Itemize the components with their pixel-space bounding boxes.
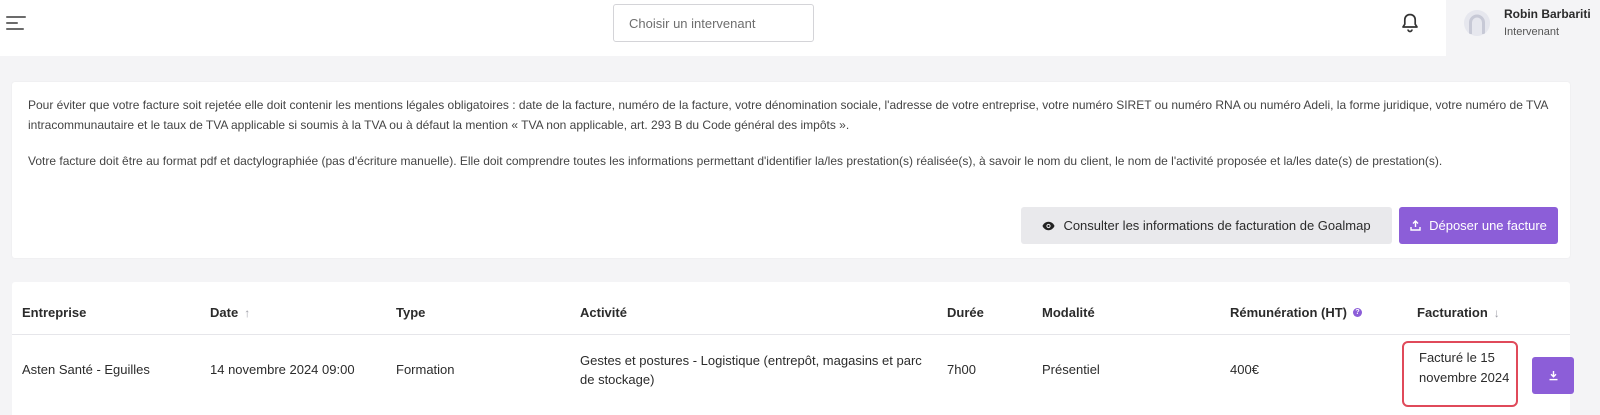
user-name: Robin Barbariti bbox=[1504, 7, 1591, 21]
menu-icon[interactable] bbox=[6, 14, 28, 34]
avatar-icon bbox=[1464, 10, 1490, 36]
column-header-type[interactable]: Type bbox=[396, 305, 425, 320]
invoice-instructions: Pour éviter que votre facture soit rejet… bbox=[28, 96, 1553, 172]
column-header-facturation[interactable]: Facturation ↓ bbox=[1417, 305, 1500, 320]
cell-modalite: Présentiel bbox=[1042, 362, 1100, 377]
legal-mentions-text: Pour éviter que votre facture soit rejet… bbox=[28, 98, 1548, 132]
column-header-modalite[interactable]: Modalité bbox=[1042, 305, 1095, 320]
cell-duree: 7h00 bbox=[947, 362, 976, 377]
intervenant-search-input[interactable] bbox=[613, 4, 814, 42]
download-icon bbox=[1549, 371, 1557, 381]
format-requirements-text: Votre facture doit être au format pdf et… bbox=[28, 154, 1443, 168]
cell-type: Formation bbox=[396, 362, 455, 377]
column-header-duree[interactable]: Durée bbox=[947, 305, 984, 320]
sort-down-arrow-icon[interactable]: ↓ bbox=[1494, 306, 1500, 320]
consult-billing-info-label: Consulter les informations de facturatio… bbox=[1063, 218, 1371, 233]
column-header-date[interactable]: Date ↑ bbox=[210, 305, 250, 320]
column-header-remuneration[interactable]: Rémunération (HT) ? bbox=[1230, 305, 1362, 320]
header-divider bbox=[12, 334, 1570, 335]
invoice-info-card: Pour éviter que votre facture soit rejet… bbox=[12, 82, 1570, 258]
cell-date: 14 novembre 2024 09:00 bbox=[210, 362, 355, 377]
missions-table: Entreprise Date ↑ Type Activité Durée Mo… bbox=[12, 282, 1574, 415]
column-header-entreprise[interactable]: Entreprise bbox=[22, 305, 86, 320]
cell-facturation-highlighted: Facturé le 15 novembre 2024 bbox=[1402, 341, 1518, 407]
column-header-activite[interactable]: Activité bbox=[580, 305, 627, 320]
intervenant-search bbox=[613, 4, 814, 42]
billing-status: Facturé le 15 novembre 2024 bbox=[1419, 350, 1510, 385]
cell-activite: Gestes et postures - Logistique (entrepô… bbox=[580, 353, 922, 387]
download-invoice-button[interactable] bbox=[1532, 357, 1574, 394]
top-bar: Robin Barbariti Intervenant bbox=[0, 0, 1600, 56]
question-mark-icon[interactable]: ? bbox=[1353, 308, 1362, 317]
user-menu[interactable]: Robin Barbariti Intervenant bbox=[1446, 0, 1600, 56]
sort-up-arrow-icon[interactable]: ↑ bbox=[244, 306, 250, 320]
user-role: Intervenant bbox=[1504, 26, 1560, 38]
upload-icon bbox=[1410, 220, 1421, 231]
eye-icon bbox=[1042, 221, 1055, 230]
upload-invoice-button[interactable]: Déposer une facture bbox=[1399, 207, 1558, 244]
upload-invoice-label: Déposer une facture bbox=[1429, 218, 1547, 233]
cell-entreprise: Asten Santé - Eguilles bbox=[22, 362, 150, 377]
bell-icon[interactable] bbox=[1400, 12, 1420, 34]
cell-remuneration: 400€ bbox=[1230, 362, 1259, 377]
consult-billing-info-button[interactable]: Consulter les informations de facturatio… bbox=[1021, 207, 1392, 244]
